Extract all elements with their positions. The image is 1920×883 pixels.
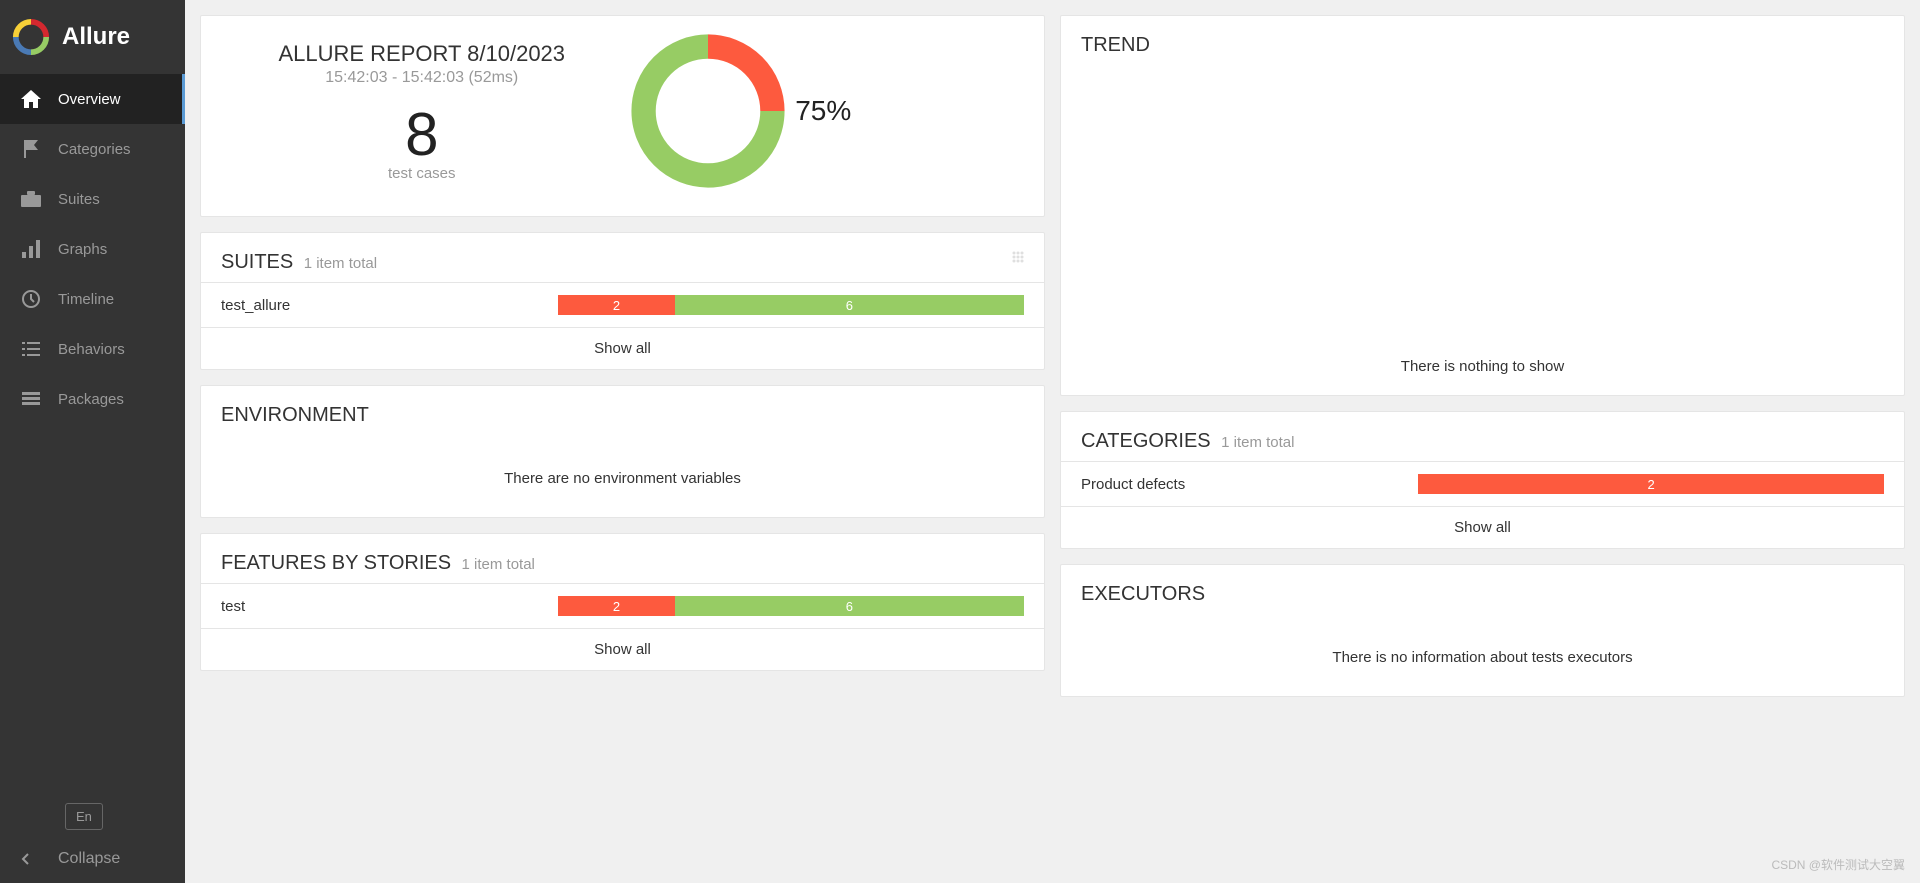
bar-failed: 2 [558, 295, 674, 315]
drag-handle-icon[interactable] [1012, 251, 1024, 263]
donut-svg [623, 26, 793, 196]
trend-title: TREND [1081, 34, 1150, 56]
language-button[interactable]: En [65, 803, 103, 830]
features-subtitle: 1 item total [462, 556, 535, 573]
flag-icon [20, 138, 42, 160]
bar-failed: 2 [558, 596, 674, 616]
nav-item-categories[interactable]: Categories [0, 124, 185, 174]
nav-item-timeline[interactable]: Timeline [0, 274, 185, 324]
features-widget: FEATURES BY STORIES 1 item total test 2 … [200, 533, 1045, 671]
suite-label: test_allure [221, 297, 558, 314]
bar-passed: 6 [675, 596, 1024, 616]
nav-label: Packages [58, 391, 124, 408]
briefcase-icon [20, 188, 42, 210]
report-title: ALLURE REPORT 8/10/2023 [221, 41, 623, 67]
clock-icon [20, 288, 42, 310]
categories-subtitle: 1 item total [1221, 434, 1294, 451]
summary-widget: ALLURE REPORT 8/10/2023 15:42:03 - 15:42… [200, 15, 1045, 217]
nav-label: Behaviors [58, 341, 125, 358]
feature-row[interactable]: test 2 6 [201, 583, 1044, 628]
allure-logo-icon [12, 18, 50, 56]
suites-widget: SUITES 1 item total test_allure 2 6 Show… [200, 232, 1045, 370]
bar-passed: 6 [675, 295, 1024, 315]
executors-widget: EXECUTORS There is no information about … [1060, 564, 1905, 697]
suite-bar: 2 6 [558, 295, 1024, 315]
trend-widget: TREND There is nothing to show [1060, 15, 1905, 396]
nav-item-overview[interactable]: Overview [0, 74, 185, 124]
suite-row[interactable]: test_allure 2 6 [201, 282, 1044, 327]
executors-title: EXECUTORS [1081, 583, 1205, 605]
feature-label: test [221, 598, 558, 615]
report-time: 15:42:03 - 15:42:03 (52ms) [221, 69, 623, 87]
logo[interactable]: Allure [0, 0, 185, 74]
nav: Overview Categories Suites Graphs [0, 74, 185, 788]
feature-bar: 2 6 [558, 596, 1024, 616]
nav-item-graphs[interactable]: Graphs [0, 224, 185, 274]
nav-label: Categories [58, 141, 131, 158]
test-count: 8 [221, 105, 623, 165]
main-content: ALLURE REPORT 8/10/2023 15:42:03 - 15:42… [185, 0, 1920, 883]
categories-title: CATEGORIES [1081, 430, 1211, 452]
environment-title: ENVIRONMENT [221, 404, 369, 426]
features-title: FEATURES BY STORIES [221, 552, 451, 574]
category-bar: 2 [1418, 474, 1884, 494]
nav-item-packages[interactable]: Packages [0, 374, 185, 424]
suites-subtitle: 1 item total [304, 255, 377, 272]
collapse-label: Collapse [58, 850, 120, 868]
sidebar: Allure Overview Categories Suites [0, 0, 185, 883]
trend-empty: There is nothing to show [1401, 358, 1564, 375]
list-icon [20, 338, 42, 360]
chart-icon [20, 238, 42, 260]
features-show-all[interactable]: Show all [201, 628, 1044, 670]
categories-widget: CATEGORIES 1 item total Product defects … [1060, 411, 1905, 549]
nav-item-suites[interactable]: Suites [0, 174, 185, 224]
executors-empty: There is no information about tests exec… [1081, 624, 1884, 676]
category-row[interactable]: Product defects 2 [1061, 461, 1904, 506]
chevron-left-icon [20, 852, 42, 866]
environment-empty: There are no environment variables [221, 445, 1024, 497]
nav-label: Suites [58, 191, 100, 208]
nav-label: Timeline [58, 291, 114, 308]
watermark: CSDN @软件测试大空翼 [1771, 856, 1905, 873]
nav-item-behaviors[interactable]: Behaviors [0, 324, 185, 374]
category-label: Product defects [1081, 476, 1418, 493]
bar-failed: 2 [1418, 474, 1884, 494]
nav-label: Graphs [58, 241, 107, 258]
layers-icon [20, 388, 42, 410]
suites-title: SUITES [221, 251, 293, 273]
sidebar-footer: En Collapse [0, 788, 185, 883]
categories-show-all[interactable]: Show all [1061, 506, 1904, 548]
nav-label: Overview [58, 91, 121, 108]
environment-widget: ENVIRONMENT There are no environment var… [200, 385, 1045, 518]
logo-text: Allure [62, 23, 130, 51]
test-count-label: test cases [221, 165, 623, 182]
donut-chart: 75% [623, 26, 1025, 196]
home-icon [20, 88, 42, 110]
donut-percent: 75% [795, 95, 851, 127]
collapse-button[interactable]: Collapse [20, 850, 165, 868]
suites-show-all[interactable]: Show all [201, 327, 1044, 369]
